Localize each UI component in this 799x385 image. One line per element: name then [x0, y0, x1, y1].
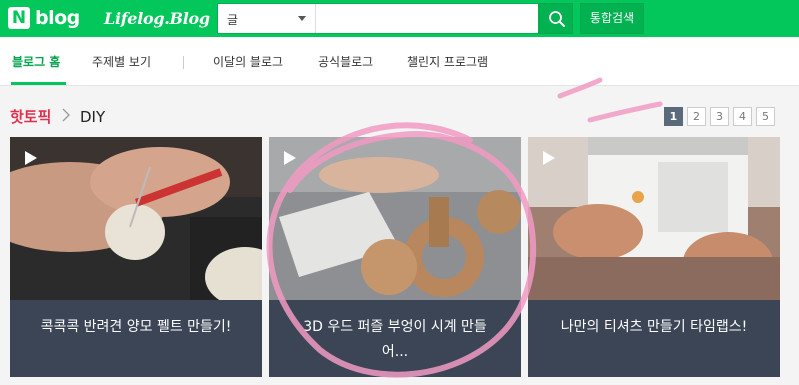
nav-item-blog-home[interactable]: 블로그 홈: [12, 53, 60, 70]
lifelog-blog-logo[interactable]: Lifelog.Blog: [104, 8, 210, 30]
naver-logo[interactable]: N: [8, 7, 30, 29]
card-title[interactable]: 3D 우드 퍼즐 부엉이 시계 만들어...: [295, 315, 495, 365]
topic-card[interactable]: 나만의 티셔츠 만들기 타임랩스!: [528, 137, 780, 377]
topic-card[interactable]: 콕콕콕 반려견 양모 펠트 만들기!: [10, 137, 262, 377]
chevron-right-icon: [62, 108, 70, 127]
breadcrumb-category: DIY: [80, 108, 106, 126]
card-thumbnail: [269, 137, 521, 300]
page-button-1[interactable]: 1: [664, 107, 683, 126]
card-thumbnail: [528, 137, 780, 300]
search-input[interactable]: [317, 4, 537, 33]
page-button-4[interactable]: 4: [733, 107, 752, 126]
nav-active-indicator: [11, 82, 66, 85]
play-icon: [543, 151, 555, 165]
nav-item-monthly-blog[interactable]: 이달의 블로그: [213, 53, 283, 70]
blog-logo[interactable]: blog: [35, 7, 80, 29]
nav-divider: [183, 56, 184, 69]
top-bar: N blog Lifelog.Blog 글 통합검색: [0, 0, 799, 37]
search-button[interactable]: [539, 3, 573, 34]
total-search-button[interactable]: 통합검색: [580, 3, 644, 34]
page-button-3[interactable]: 3: [710, 107, 729, 126]
search-type-select[interactable]: 글: [218, 4, 316, 33]
card-title[interactable]: 나만의 티셔츠 만들기 타임랩스!: [554, 315, 754, 340]
nav-item-by-topic[interactable]: 주제별 보기: [92, 53, 151, 70]
search-box: 글: [217, 3, 539, 34]
main-nav: 블로그 홈 주제별 보기 이달의 블로그 공식블로그 챌린지 프로그램: [0, 37, 799, 86]
nav-item-official-blog[interactable]: 공식블로그: [318, 53, 373, 70]
play-icon: [284, 151, 296, 165]
card-thumbnail: [10, 137, 262, 300]
page-button-5[interactable]: 5: [756, 107, 775, 126]
search-icon: [549, 11, 565, 27]
breadcrumb-topic[interactable]: 핫토픽: [10, 108, 51, 126]
dropdown-arrow-icon: [298, 16, 306, 21]
search-type-value: 글: [227, 13, 239, 27]
page-button-2[interactable]: 2: [687, 107, 706, 126]
nav-item-challenge-program[interactable]: 챌린지 프로그램: [407, 53, 488, 70]
card-title[interactable]: 콕콕콕 반려견 양모 펠트 만들기!: [36, 315, 236, 340]
play-icon: [25, 151, 37, 165]
topic-card[interactable]: 3D 우드 퍼즐 부엉이 시계 만들어...: [269, 137, 521, 377]
